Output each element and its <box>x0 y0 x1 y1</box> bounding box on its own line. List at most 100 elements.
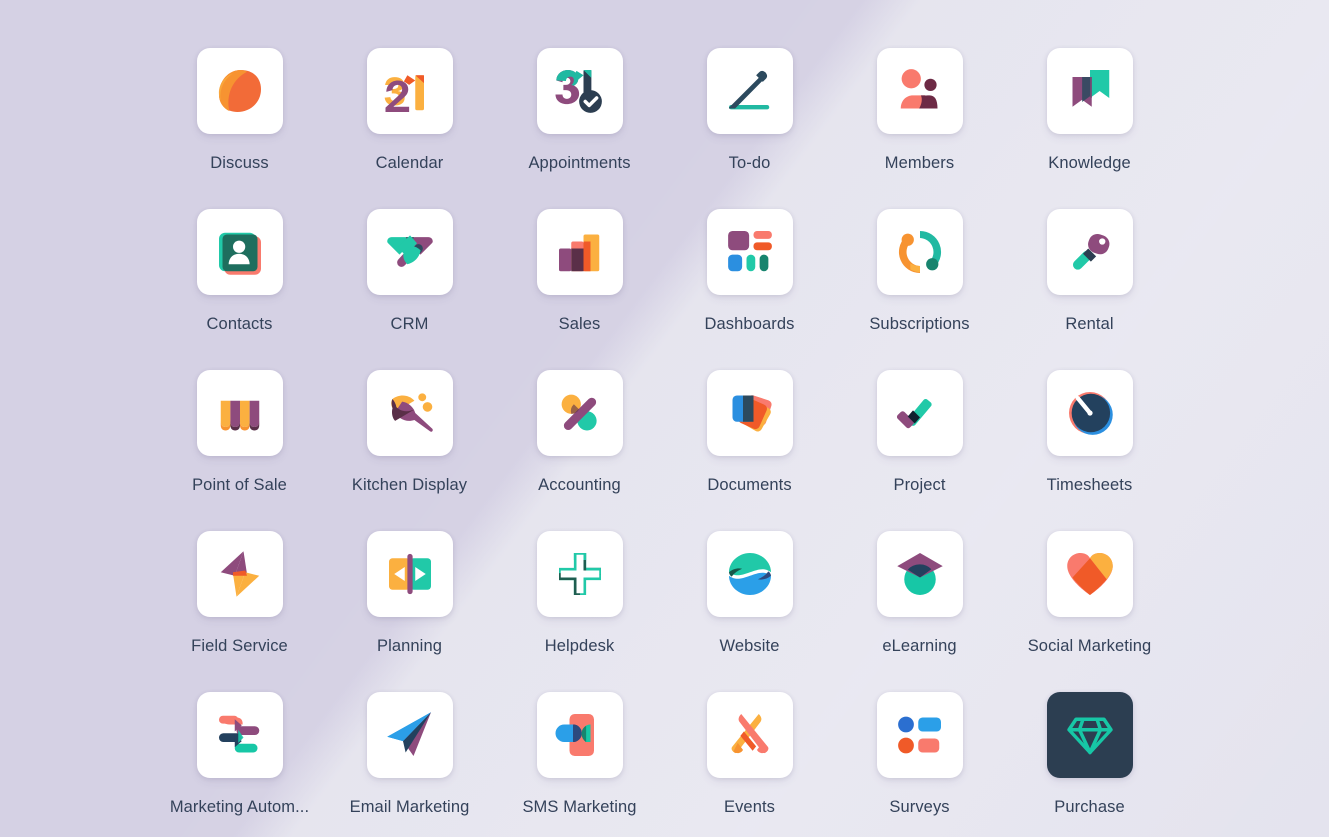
app-tile[interactable]: Dashboards <box>665 209 835 370</box>
app-icon-container[interactable] <box>536 692 623 778</box>
app-tile[interactable]: Website <box>665 531 835 692</box>
app-tile[interactable]: Appointments <box>495 48 665 209</box>
app-tile[interactable]: Marketing Autom... <box>155 692 325 837</box>
surveys-list-icon <box>892 707 948 763</box>
app-label: Planning <box>376 637 443 655</box>
calendar-31-icon <box>382 63 438 119</box>
rental-key-icon <box>1062 224 1118 280</box>
app-tile[interactable]: Surveys <box>835 692 1005 837</box>
elearning-graduation-icon <box>892 546 948 602</box>
accounting-percent-icon <box>552 385 608 441</box>
app-tile[interactable]: Planning <box>325 531 495 692</box>
app-tile[interactable]: Point of Sale <box>155 370 325 531</box>
app-icon-container[interactable] <box>1046 692 1133 778</box>
contacts-card-icon <box>212 224 268 280</box>
app-icon-container[interactable] <box>366 531 453 617</box>
app-icon-container[interactable] <box>196 209 283 295</box>
app-label: Appointments <box>528 154 631 172</box>
website-waves-icon <box>722 546 778 602</box>
app-label: Project <box>893 476 946 494</box>
app-icon-container[interactable] <box>1046 531 1133 617</box>
app-label: Discuss <box>210 154 269 172</box>
app-icon-container[interactable] <box>706 692 793 778</box>
app-icon-container[interactable] <box>706 209 793 295</box>
app-label: Dashboards <box>704 315 795 333</box>
app-tile[interactable]: Project <box>835 370 1005 531</box>
app-tile[interactable]: Discuss <box>155 48 325 209</box>
app-tile[interactable]: eLearning <box>835 531 1005 692</box>
field-service-bolt-icon <box>212 546 268 602</box>
app-tile[interactable]: Sales <box>495 209 665 370</box>
app-icon-container[interactable] <box>876 209 963 295</box>
app-label: Timesheets <box>1046 476 1133 494</box>
kitchen-display-pan-icon <box>382 385 438 441</box>
crm-handshake-icon <box>382 224 438 280</box>
app-icon-container[interactable] <box>366 48 453 134</box>
app-icon-container[interactable] <box>536 209 623 295</box>
app-icon-container[interactable] <box>1046 209 1133 295</box>
app-icon-container[interactable] <box>196 692 283 778</box>
app-icon-container[interactable] <box>536 531 623 617</box>
app-tile[interactable]: Accounting <box>495 370 665 531</box>
app-tile[interactable]: Events <box>665 692 835 837</box>
app-icon-container[interactable] <box>876 48 963 134</box>
app-label: Documents <box>707 476 792 494</box>
app-icon-container[interactable] <box>706 48 793 134</box>
app-label: Purchase <box>1054 798 1125 816</box>
app-tile[interactable]: Purchase <box>1005 692 1175 837</box>
documents-cards-icon <box>722 385 778 441</box>
app-tile[interactable]: CRM <box>325 209 495 370</box>
app-tile[interactable]: Timesheets <box>1005 370 1175 531</box>
app-icon-container[interactable] <box>196 48 283 134</box>
sales-bars-icon <box>552 224 608 280</box>
subscriptions-loop-icon <box>892 224 948 280</box>
app-tile[interactable]: Email Marketing <box>325 692 495 837</box>
app-label: Sales <box>558 315 601 333</box>
app-tile[interactable]: Contacts <box>155 209 325 370</box>
app-tile[interactable]: SMS Marketing <box>495 692 665 837</box>
app-tile[interactable]: Rental <box>1005 209 1175 370</box>
app-label: Social Marketing <box>1027 637 1152 655</box>
app-tile[interactable]: To-do <box>665 48 835 209</box>
purchase-diamond-icon <box>1062 707 1118 763</box>
app-icon-container[interactable] <box>1046 370 1133 456</box>
timesheets-clock-icon <box>1062 385 1118 441</box>
app-icon-container[interactable] <box>366 209 453 295</box>
app-label: Subscriptions <box>869 315 970 333</box>
sms-marketing-phone-icon <box>552 707 608 763</box>
app-tile[interactable]: Kitchen Display <box>325 370 495 531</box>
app-label: Calendar <box>375 154 444 172</box>
app-icon-container[interactable] <box>706 370 793 456</box>
app-icon-container[interactable] <box>366 692 453 778</box>
members-people-icon <box>892 63 948 119</box>
app-icon-container[interactable] <box>366 370 453 456</box>
app-icon-container[interactable] <box>876 692 963 778</box>
app-icon-container[interactable] <box>876 370 963 456</box>
app-tile[interactable]: Social Marketing <box>1005 531 1175 692</box>
app-icon-container[interactable] <box>196 531 283 617</box>
app-icon-container[interactable] <box>196 370 283 456</box>
pos-awning-icon <box>212 385 268 441</box>
app-label: Contacts <box>206 315 273 333</box>
app-tile[interactable]: Knowledge <box>1005 48 1175 209</box>
app-label: Accounting <box>538 476 621 494</box>
app-label: Rental <box>1065 315 1114 333</box>
app-tile[interactable]: Calendar <box>325 48 495 209</box>
app-tile[interactable]: Subscriptions <box>835 209 1005 370</box>
app-label: Kitchen Display <box>351 476 468 494</box>
app-tile[interactable]: Documents <box>665 370 835 531</box>
app-icon-container[interactable] <box>1046 48 1133 134</box>
app-tile[interactable]: Members <box>835 48 1005 209</box>
app-icon-container[interactable] <box>876 531 963 617</box>
app-tile[interactable]: Field Service <box>155 531 325 692</box>
helpdesk-cross-icon <box>552 546 608 602</box>
app-icon-container[interactable] <box>706 531 793 617</box>
app-tile[interactable]: Helpdesk <box>495 531 665 692</box>
marketing-automation-flow-icon <box>212 707 268 763</box>
app-label: SMS Marketing <box>522 798 637 816</box>
app-icon-container[interactable] <box>536 370 623 456</box>
app-icon-container[interactable] <box>536 48 623 134</box>
app-label: Knowledge <box>1048 154 1131 172</box>
events-flags-icon <box>722 707 778 763</box>
dashboards-tiles-icon <box>722 224 778 280</box>
